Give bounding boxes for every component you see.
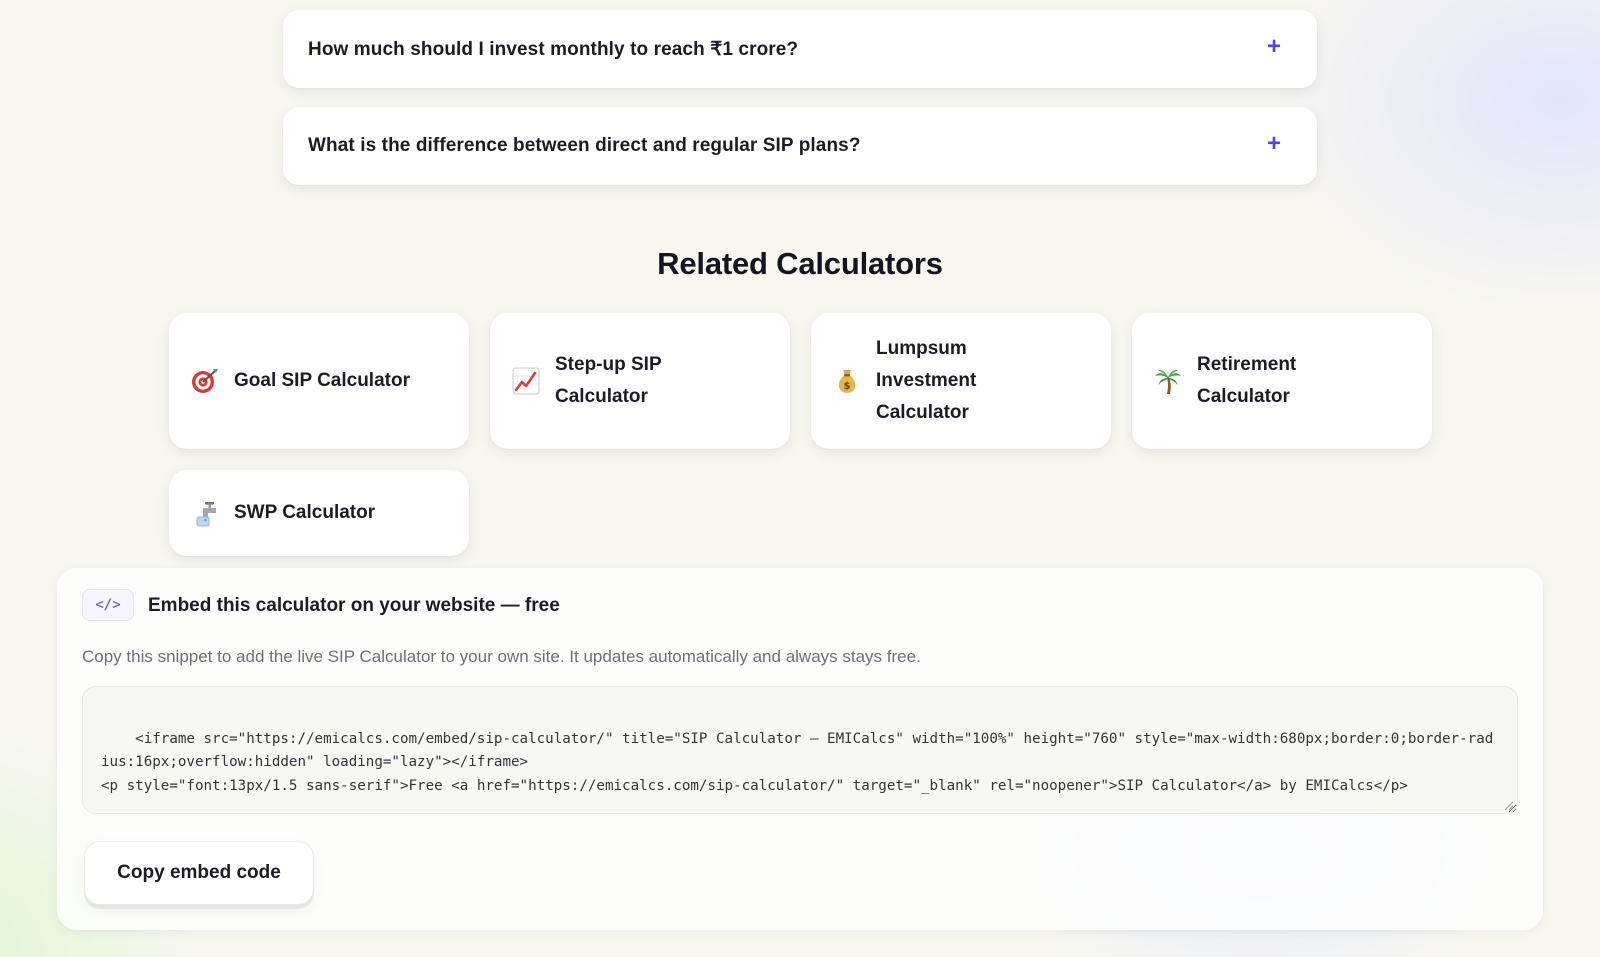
- svg-text:$: $: [844, 381, 851, 392]
- expand-plus-icon[interactable]: +: [1267, 35, 1281, 59]
- related-card-step-up-sip[interactable]: Step-up SIP Calculator: [490, 313, 790, 449]
- faq-question: What is the difference between direct an…: [308, 135, 861, 156]
- expand-plus-icon[interactable]: +: [1267, 132, 1281, 156]
- embed-code-text: <iframe src="https://emicalcs.com/embed/…: [101, 730, 1494, 794]
- calculator-label: Goal SIP Calculator: [234, 370, 410, 391]
- target-icon: [191, 367, 219, 395]
- related-card-retirement[interactable]: Retirement Calculator: [1132, 313, 1432, 449]
- resize-handle-icon[interactable]: [1503, 800, 1513, 810]
- calculator-label: Lumpsum Investment Calculator: [876, 338, 977, 423]
- code-icon: </>: [82, 589, 134, 621]
- embed-code-textarea[interactable]: <iframe src="https://emicalcs.com/embed/…: [82, 686, 1518, 814]
- embed-title: Embed this calculator on your website — …: [148, 595, 560, 616]
- embed-description: Copy this snippet to add the live SIP Ca…: [82, 647, 921, 666]
- palm-tree-icon: [1154, 367, 1182, 395]
- related-card-goal-sip[interactable]: Goal SIP Calculator: [169, 313, 469, 449]
- faucet-icon: [191, 499, 219, 527]
- related-card-lumpsum[interactable]: $ Lumpsum Investment Calculator: [811, 313, 1111, 449]
- money-bag-icon: $: [833, 367, 861, 395]
- related-calculators-heading: Related Calculators: [657, 246, 943, 281]
- embed-panel: </> Embed this calculator on your websit…: [57, 568, 1543, 930]
- calculator-label: Step-up SIP Calculator: [555, 354, 662, 407]
- faq-item-1[interactable]: How much should I invest monthly to reac…: [283, 10, 1317, 88]
- calculator-label: SWP Calculator: [234, 502, 376, 523]
- faq-question: How much should I invest monthly to reac…: [308, 38, 799, 60]
- calculator-label: Retirement Calculator: [1197, 354, 1297, 407]
- faq-item-2[interactable]: What is the difference between direct an…: [283, 107, 1317, 185]
- copy-embed-code-button[interactable]: Copy embed code: [84, 841, 314, 905]
- related-card-swp[interactable]: SWP Calculator: [169, 470, 469, 556]
- chart-increasing-icon: [512, 367, 540, 395]
